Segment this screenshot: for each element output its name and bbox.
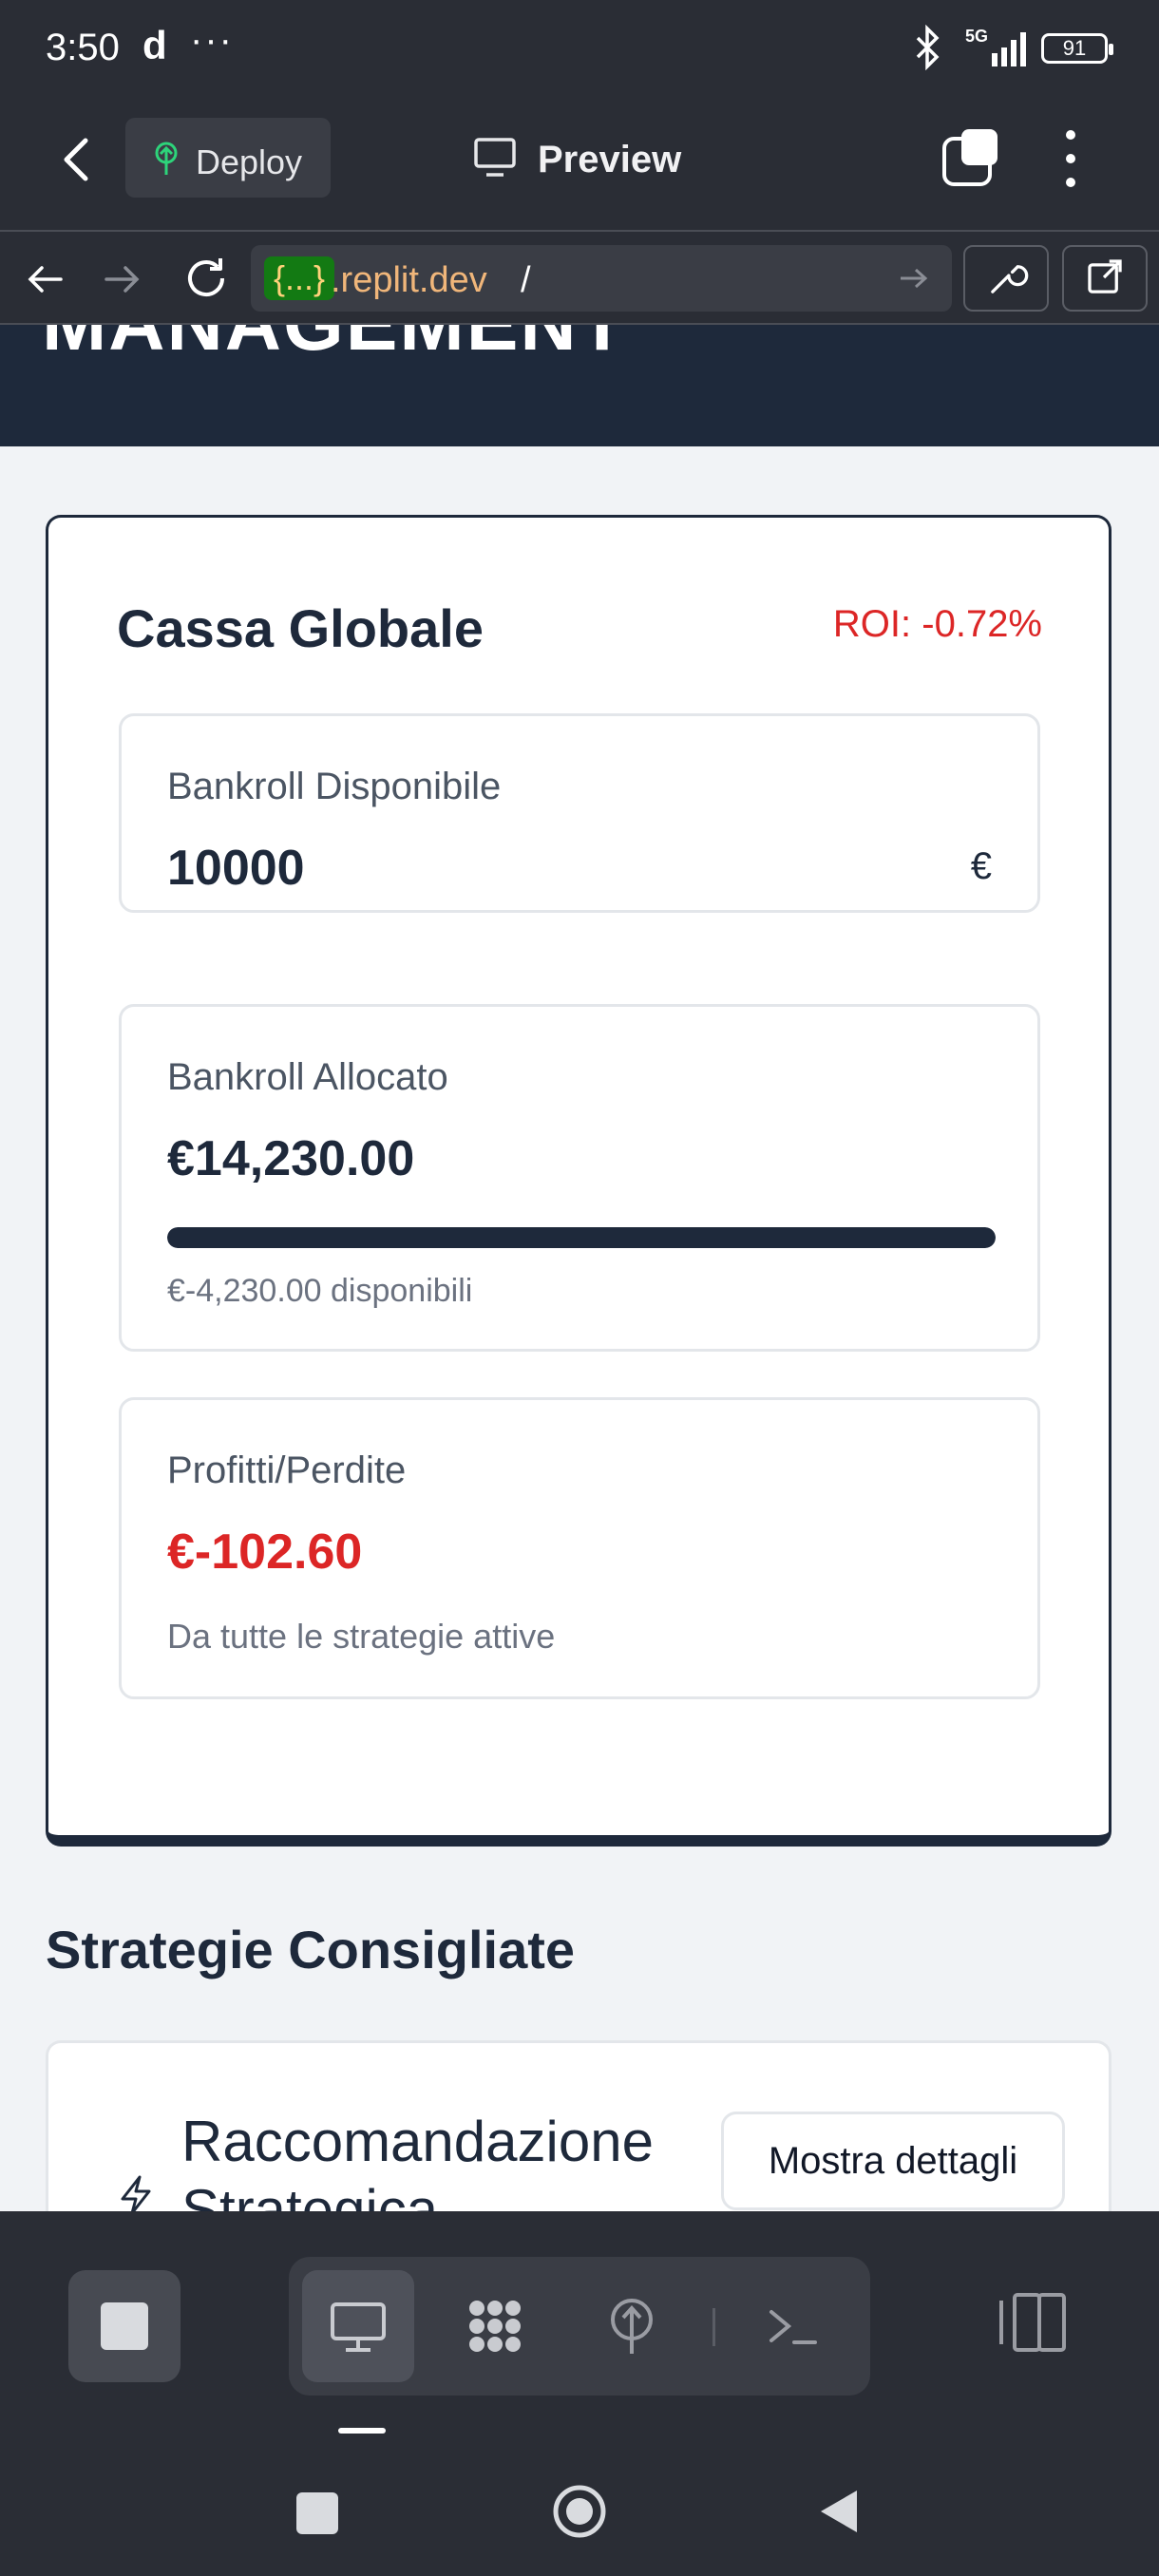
- recommendation-title: Raccomandazione Strategica: [181, 2110, 654, 2211]
- terminal-icon: [770, 2310, 817, 2344]
- url-field[interactable]: {...} .replit.dev /: [251, 245, 952, 312]
- bankroll-disponibile-label: Bankroll Disponibile: [167, 766, 502, 807]
- page-header: MANAGEMENT: [0, 325, 1159, 446]
- recents-icon[interactable]: [296, 2492, 338, 2534]
- bankroll-allocato-value: €14,230.00: [167, 1131, 415, 1186]
- open-external-button[interactable]: [1062, 245, 1148, 312]
- monitor-icon: [331, 2302, 386, 2352]
- profitti-value: €-102.60: [167, 1525, 363, 1580]
- globe-tree-icon: [611, 2299, 653, 2354]
- profitti-label: Profitti/Perdite: [167, 1449, 407, 1491]
- back-icon[interactable]: [49, 131, 106, 188]
- status-time: 3:50: [46, 27, 120, 68]
- android-nav-bar: [0, 2428, 1159, 2576]
- monitor-icon: [474, 138, 516, 177]
- currency-symbol: €: [970, 845, 992, 887]
- url-badge: {...}: [264, 256, 335, 300]
- reload-icon[interactable]: [180, 253, 232, 304]
- section-title: Strategie Consigliate: [46, 1920, 576, 1979]
- preview-label: Preview: [538, 139, 682, 180]
- bankroll-disponibile-card: Bankroll Disponibile 10000 €: [119, 713, 1040, 913]
- stop-button[interactable]: [68, 2270, 180, 2382]
- grid-icon: [469, 2301, 521, 2352]
- preview-tool-button[interactable]: [302, 2270, 414, 2382]
- deploy-tool-button[interactable]: [576, 2270, 688, 2382]
- app-header: Deploy Preview: [0, 99, 1159, 230]
- home-icon[interactable]: [551, 2483, 608, 2540]
- console-tool-button[interactable]: [737, 2270, 849, 2382]
- deploy-label: Deploy: [196, 142, 303, 181]
- allocation-progress-bar: [167, 1227, 996, 1248]
- status-more: ···: [190, 19, 234, 61]
- panel-icon[interactable]: [994, 2287, 1072, 2358]
- deploy-button[interactable]: Deploy: [125, 118, 331, 198]
- bankroll-disponibile-input[interactable]: 10000: [167, 840, 305, 897]
- bluetooth-icon: [916, 25, 940, 70]
- home-indicator: [338, 2428, 386, 2434]
- card-title: Cassa Globale: [117, 598, 484, 658]
- bankroll-allocato-card: Bankroll Allocato €14,230.00 €-4,230.00 …: [119, 1004, 1040, 1352]
- browser-forward-icon[interactable]: [99, 256, 144, 302]
- url-path: /: [521, 260, 531, 300]
- browser-back-icon[interactable]: [23, 256, 68, 302]
- tabs-icon[interactable]: [940, 127, 1001, 188]
- profitti-perdite-card: Profitti/Perdite €-102.60 Da tutte le st…: [119, 1397, 1040, 1699]
- lightning-icon: [121, 2175, 151, 2211]
- tool-group: [289, 2257, 870, 2396]
- profitti-note: Da tutte le strategie attive: [167, 1617, 556, 1656]
- status-bar: 3:50 d ··· 5G 91: [0, 0, 1159, 99]
- tool-divider: [712, 2308, 715, 2346]
- signal-icon: 5G: [965, 27, 1026, 66]
- more-menu-icon[interactable]: [1056, 127, 1085, 190]
- bankroll-allocato-label: Bankroll Allocato: [167, 1056, 448, 1098]
- url-domain: .replit.dev: [331, 260, 487, 300]
- battery-indicator: 91: [1041, 33, 1113, 64]
- cassa-globale-card: Cassa Globale ROI: -0.72% Bankroll Dispo…: [46, 515, 1112, 1847]
- back-nav-icon[interactable]: [817, 2487, 861, 2536]
- tool-dock: [0, 2211, 1159, 2428]
- wrench-icon: [991, 265, 1029, 294]
- status-app-indicator: d: [142, 23, 167, 67]
- page-title: MANAGEMENT: [42, 325, 628, 369]
- open-external-icon: [1088, 259, 1122, 294]
- roi-value: ROI: -0.72%: [832, 603, 1042, 645]
- available-note: €-4,230.00 disponibili: [167, 1273, 473, 1309]
- grid-tool-button[interactable]: [439, 2270, 551, 2382]
- allocation-progress-fill: [167, 1227, 996, 1248]
- network-label: 5G: [965, 27, 988, 46]
- browser-bar: {...} .replit.dev /: [0, 230, 1159, 325]
- go-arrow-icon[interactable]: [897, 264, 929, 293]
- stop-icon: [101, 2302, 148, 2350]
- show-details-button[interactable]: Mostra dettagli: [721, 2112, 1065, 2210]
- devtools-button[interactable]: [963, 245, 1049, 312]
- deploy-icon: [155, 142, 178, 175]
- recommendation-card: Raccomandazione Strategica Mostra dettag…: [46, 2040, 1112, 2211]
